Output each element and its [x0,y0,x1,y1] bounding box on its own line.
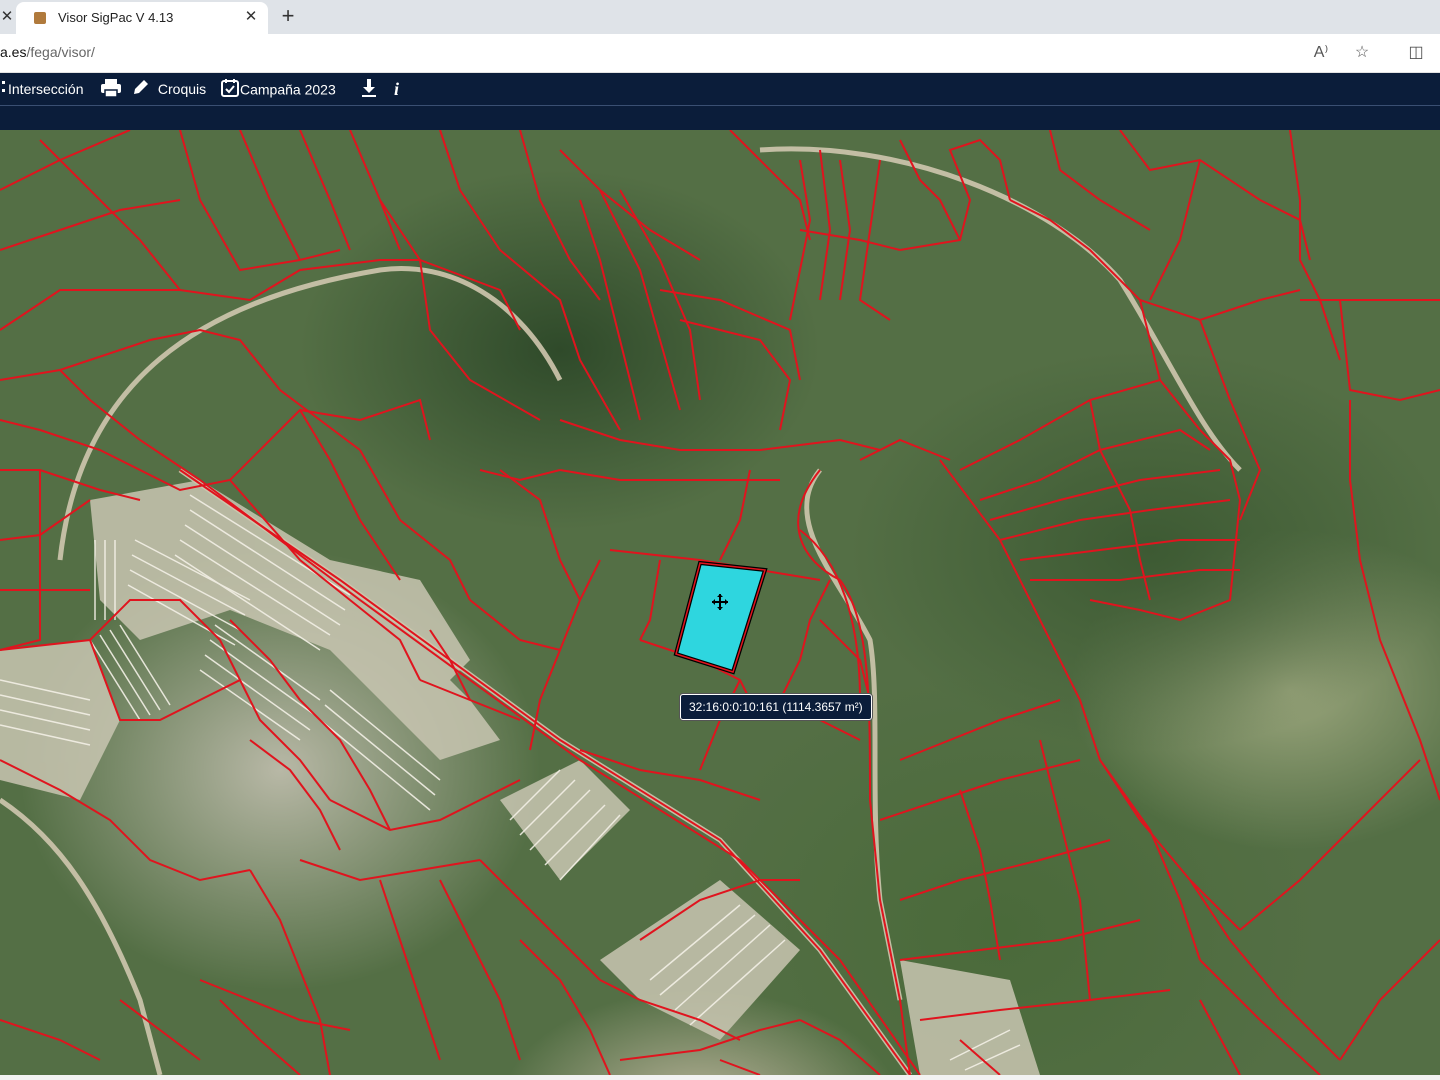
intersection-button[interactable]: Intersección [0,78,83,100]
sketch-button[interactable]: Croquis [132,78,206,100]
url-domain: a.es [0,44,27,60]
tab-close-icon[interactable]: ✕ [242,8,260,26]
site-favicon-icon [34,12,46,24]
previous-tab-close-icon[interactable]: ✕ [0,6,14,28]
calendar-check-icon [220,78,240,104]
intersection-label: Intersección [8,81,84,97]
bottom-edge [0,1075,1440,1080]
address-bar: a.es/fega/visor/ A⁾ ☆ ◫ [0,34,1440,73]
read-aloud-icon[interactable]: A⁾ [1310,42,1332,64]
visor-toolbar: Intersección Croquis Campaña 2023 i [0,73,1440,105]
split-screen-icon[interactable]: ◫ [1405,42,1427,64]
browser-tab-visor-sigpac[interactable]: Visor SigPac V 4.13 ✕ [16,2,268,34]
toolbar-secondary-bar [0,105,1440,130]
pencil-icon [132,78,150,102]
sigpac-map[interactable]: 32:16:0:0:10:161 (1114.3657 m²) [0,130,1440,1075]
browser-tab-strip: ✕ Visor SigPac V 4.13 ✕ + [0,0,1440,34]
url-field[interactable]: a.es/fega/visor/ [0,44,95,60]
selected-parcel [673,560,768,675]
info-button[interactable]: i [394,78,399,100]
print-button[interactable] [100,78,122,100]
favorite-star-icon[interactable]: ☆ [1351,42,1373,64]
campaign-selector[interactable]: Campaña 2023 [220,78,336,100]
download-button[interactable] [360,78,378,100]
tab-title: Visor SigPac V 4.13 [58,10,174,25]
sketch-label: Croquis [157,81,207,97]
printer-icon [100,78,122,104]
move-cursor-icon [711,593,729,611]
intersection-icon [0,78,8,102]
new-tab-button[interactable]: + [276,4,300,28]
campaign-label: Campaña 2023 [240,81,336,98]
url-path: /fega/visor/ [26,44,95,60]
parcel-tooltip: 32:16:0:0:10:161 (1114.3657 m²) [680,694,872,720]
download-icon [360,78,378,104]
